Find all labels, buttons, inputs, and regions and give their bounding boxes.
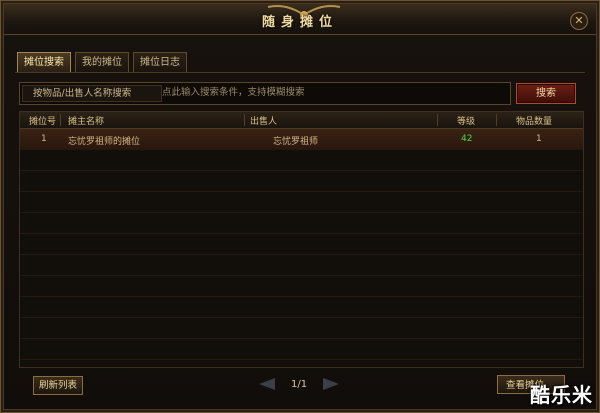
tab-stall-search[interactable]: 摊位搜索 [17, 52, 71, 73]
empty-row [20, 339, 583, 360]
header-divider [437, 114, 438, 126]
search-bar: 按物品/出售人名称搜索 [19, 82, 511, 105]
empty-row [20, 150, 583, 171]
header-item-count[interactable]: 物品数量 [516, 114, 552, 127]
empty-row [20, 213, 583, 234]
header-divider [496, 114, 497, 126]
empty-row [20, 276, 583, 297]
stall-window: 随身摊位 ✕ 摊位搜索 我的摊位 摊位日志 按物品/出售人名称搜索 搜索 摊位号… [0, 0, 600, 413]
empty-row [20, 234, 583, 255]
header-divider [60, 114, 61, 126]
tab-stall-log[interactable]: 摊位日志 [133, 52, 187, 73]
tab-divider [15, 72, 585, 73]
empty-row [20, 255, 583, 276]
next-page-icon[interactable] [323, 378, 339, 390]
cell-stall-no: 1 [41, 134, 47, 144]
watermark-logo: 酷乐米 [530, 383, 593, 407]
empty-row [20, 192, 583, 213]
cell-stall-name: 忘忧罗祖师的摊位 [68, 137, 141, 147]
search-filter-dropdown[interactable]: 按物品/出售人名称搜索 [22, 85, 162, 102]
prev-page-icon[interactable] [259, 378, 275, 390]
empty-row [20, 318, 583, 339]
tab-my-stall[interactable]: 我的摊位 [75, 52, 129, 73]
empty-row [20, 171, 583, 192]
header-level[interactable]: 等级 [457, 114, 475, 127]
window-title: 随身摊位 [261, 15, 338, 30]
cell-item-count: 1 [536, 134, 542, 144]
header-seller[interactable]: 出售人 [250, 114, 277, 127]
refresh-list-button[interactable]: 刷新列表 [33, 376, 83, 395]
cell-level: 42 [461, 134, 473, 144]
title-bar: 随身摊位 ✕ [4, 4, 596, 35]
stall-table: 摊位号 摊主名称 出售人 等级 物品数量 1 忘忧罗祖师的摊位 忘忧罗祖师 42… [19, 111, 584, 368]
search-input[interactable] [158, 85, 511, 100]
page-indicator: 1/1 [291, 379, 308, 390]
empty-row [20, 297, 583, 318]
table-row[interactable]: 1 忘忧罗祖师的摊位 忘忧罗祖师 42 1 [20, 129, 583, 150]
header-stall-name[interactable]: 摊主名称 [68, 114, 104, 127]
search-button[interactable]: 搜索 [516, 83, 576, 104]
header-divider [244, 114, 245, 126]
header-stall-no[interactable]: 摊位号 [29, 114, 56, 127]
cell-seller: 忘忧罗祖师 [273, 137, 319, 147]
table-header: 摊位号 摊主名称 出售人 等级 物品数量 [20, 112, 583, 129]
close-icon[interactable]: ✕ [570, 12, 588, 30]
